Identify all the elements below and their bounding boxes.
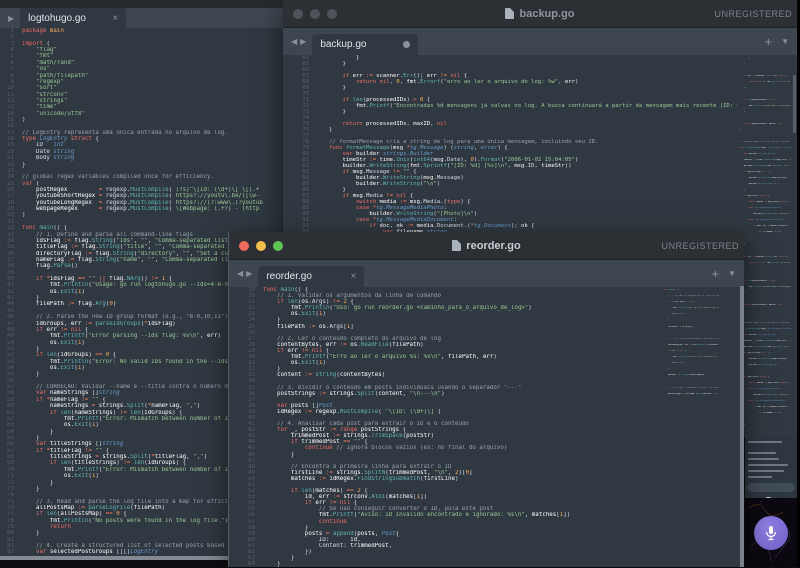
line-numbers: 1234567891011121314151617181920212223242…: [0, 28, 14, 556]
forward-history-icon[interactable]: ▶: [300, 37, 306, 46]
new-tab-icon[interactable]: +: [764, 34, 772, 49]
tab-overflow-icon[interactable]: ▼: [781, 37, 789, 46]
tab-label: logtohugo.go: [28, 13, 86, 24]
window-title: reorder.go: [466, 240, 520, 252]
window-title: backup.go: [519, 8, 574, 20]
tab-logtohugo[interactable]: logtohugo.go ×: [20, 8, 126, 28]
text-line: [748, 476, 772, 478]
tab-overflow-icon[interactable]: ▼: [728, 269, 736, 278]
minimize-window-icon[interactable]: [256, 241, 266, 251]
zoom-window-icon[interactable]: [327, 9, 337, 19]
search-input[interactable]: [747, 483, 795, 492]
text-line: [748, 464, 788, 466]
line-numbers: 1920212223242526272829303132333435363738…: [229, 287, 255, 567]
unregistered-label: UNREGISTERED: [661, 232, 739, 259]
unregistered-label: UNREGISTERED: [714, 0, 792, 27]
microphone-button[interactable]: [754, 516, 788, 550]
titlebar-backup[interactable]: backup.go UNREGISTERED: [283, 0, 797, 28]
minimize-window-icon[interactable]: [310, 9, 320, 19]
modified-dot-icon: [403, 41, 410, 48]
voice-panel: [745, 498, 797, 567]
tab-label: reorder.go: [266, 271, 312, 282]
close-icon[interactable]: ×: [350, 271, 356, 282]
close-window-icon[interactable]: [239, 241, 249, 251]
tab-backup[interactable]: backup.go: [312, 34, 418, 55]
code-content[interactable]: package main import ( "flag" "fmt" "math…: [22, 28, 263, 556]
tabbar-reorder: ◀ ▶ reorder.go × + ▼: [229, 260, 744, 287]
tab-label: backup.go: [320, 39, 366, 50]
close-icon[interactable]: ×: [112, 13, 118, 24]
text-line: [748, 441, 782, 443]
minimap[interactable]: } } if err := scanner.Err(); err != nil …: [739, 57, 791, 429]
code-content[interactable]: } } if err := scanner.Err(); err != nil …: [329, 55, 737, 235]
titlebar-sliver[interactable]: [0, 0, 284, 8]
back-history-icon[interactable]: ◀: [237, 269, 243, 278]
tabbar-backup: ◀ ▶ backup.go + ▼: [283, 28, 797, 55]
window-reorder: reorder.go UNREGISTERED ◀ ▶ reorder.go ×…: [228, 232, 744, 567]
editor-reorder[interactable]: 1920212223242526272829303132333435363738…: [229, 287, 744, 568]
document-icon: [505, 8, 514, 19]
zoom-window-icon[interactable]: [273, 241, 283, 251]
scrollbar[interactable]: [793, 75, 796, 133]
document-icon: [452, 240, 461, 251]
microphone-icon: [764, 525, 778, 541]
minimap[interactable]: func main() { // 1. Validar os argumento…: [663, 289, 719, 401]
forward-history-icon[interactable]: ▶: [8, 14, 14, 23]
new-tab-icon[interactable]: +: [711, 266, 719, 281]
close-window-icon[interactable]: [293, 9, 303, 19]
tabbar-logtohugo: ▶ logtohugo.go ×: [0, 8, 284, 28]
code-content[interactable]: func main() { // 1. Validar os argumento…: [263, 287, 664, 567]
titlebar-reorder[interactable]: reorder.go UNREGISTERED: [229, 232, 744, 260]
scrollbar[interactable]: [740, 286, 744, 567]
forward-history-icon[interactable]: ▶: [246, 269, 252, 278]
back-history-icon[interactable]: ◀: [291, 37, 297, 46]
background-assistant-app: Go: [745, 437, 797, 567]
tab-reorder[interactable]: reorder.go ×: [258, 266, 364, 287]
text-line: [748, 452, 776, 454]
line-numbers: 6465666768697071727374757677787980818283…: [283, 55, 309, 235]
text-line: [748, 458, 779, 460]
text-line: [748, 470, 784, 472]
